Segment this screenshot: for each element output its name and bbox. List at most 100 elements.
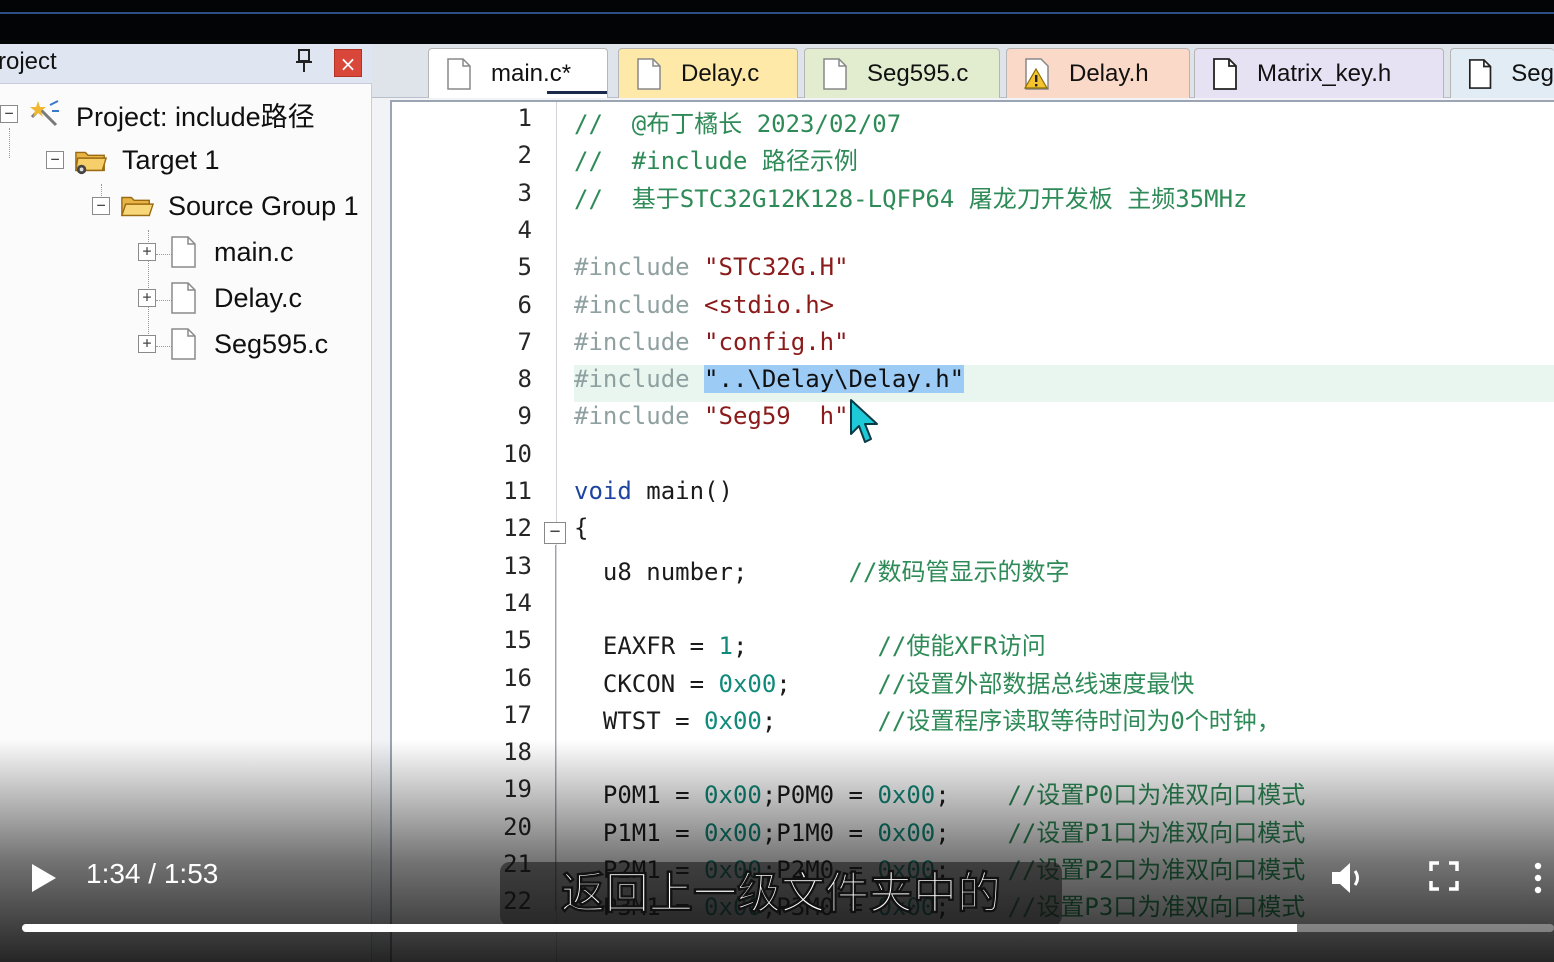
line-number: 20 [503,812,532,841]
line-number: 4 [517,215,532,244]
code-line[interactable]: EAXFR = 1; //使能XFR访问 [574,626,1046,661]
code-line[interactable]: // #include 路径示例 [574,141,858,176]
line-number: 18 [503,738,532,767]
code-line[interactable]: #include <stdio.h> [574,291,834,319]
code-line[interactable]: { [574,514,588,542]
code-line[interactable]: u8 number; //数码管显示的数字 [574,552,1070,587]
project-wand-icon [28,97,62,131]
code-line[interactable]: // @布丁橘长 2023/02/07 [574,104,901,139]
close-panel-button[interactable]: × [334,49,362,77]
code-token: ; [732,632,878,661]
line-number: 11 [503,477,532,505]
code-line[interactable]: P1M1 = 0x00;P1M0 = 0x00; //设置P1口为准双向口模式 [574,813,1305,848]
code-token: ;P1M0 = [761,818,878,847]
fold-guide [555,545,556,912]
code-line[interactable]: CKCON = 0x00; //设置外部数据总线速度最快 [574,664,1194,699]
mouse-cursor-icon [850,399,878,443]
top-strip-line [0,12,1554,14]
volume-icon[interactable] [1328,858,1368,898]
line-number: 1 [517,104,532,132]
code-line[interactable]: #include "config.h" [574,328,849,356]
code-token: #include [574,365,705,394]
play-icon[interactable] [24,860,60,896]
tree-item-file[interactable]: + Delay.c [138,278,302,318]
line-number: 17 [503,700,532,729]
code-token: ;P0M0 = [761,781,878,810]
project-panel-header: roject × [0,44,372,84]
line-number: 13 [503,551,532,580]
code-token: // 基于STC32G12K128-LQFP64 屠龙刀开发板 主频35MHz [574,184,1248,213]
collapse-icon[interactable]: − [92,197,110,215]
tree-item-group[interactable]: − Source Group 1 [92,186,359,226]
tab-matrix-key-h[interactable]: Matrix_key.h [1194,48,1444,98]
time-separator: / [148,858,157,889]
tab-main-c[interactable]: main.c* [428,48,608,98]
line-number: 14 [503,588,532,617]
code-token: #include [574,253,705,282]
code-token: //设置P1口为准双向口模式 [1007,818,1306,847]
code-token: 0x00 [704,706,762,735]
code-line[interactable]: #include "STC32G.H" [574,253,849,281]
line-number: 2 [517,141,532,170]
tab-label: Seg [1511,59,1554,87]
more-vertical-icon[interactable] [1530,860,1546,896]
progress-fill [22,924,1297,932]
fold-collapse-icon[interactable]: − [544,522,566,545]
code-line[interactable]: WTST = 0x00; //设置程序读取等待时间为0个时钟， [574,701,1281,736]
expand-icon[interactable]: + [138,243,156,261]
tree-item-file[interactable]: + main.c [138,232,294,272]
code-token: WTST = [574,706,705,735]
code-area[interactable]: − 1 // @布丁橘长 2023/02/07 2 // #include 路径示例 3… [390,100,1554,962]
line-number: 16 [503,663,532,692]
expand-icon[interactable]: + [138,289,156,307]
code-line[interactable]: #include "Seg59 h" [574,402,849,430]
folder-open-icon [120,189,154,223]
code-line[interactable]: P0M1 = 0x00;P0M0 = 0x00; //设置P0口为准双向口模式 [574,775,1305,810]
code-line[interactable]: // 基于STC32G12K128-LQFP64 屠龙刀开发板 主频35MHz [574,179,1247,214]
file-icon [637,57,661,90]
code-token: //设置外部数据总线速度最快 [877,669,1195,698]
code-token: EAXFR = [574,632,719,661]
project-panel: roject × − Project: include路径 − Target 1… [0,44,372,962]
code-token: ; [935,818,1008,847]
code-token: <stdio.h> [704,290,835,319]
code-token: ; [761,706,878,735]
tab-delay-h[interactable]: Delay.h [1006,48,1190,98]
collapse-icon[interactable]: − [0,105,18,123]
code-token: #include [574,327,705,356]
tab-label: Delay.h [1069,59,1149,87]
code-line[interactable]: void main() [574,477,733,505]
code-token: "config.h" [704,327,849,356]
file-icon [166,235,200,269]
editor-panel: main.c* Delay.c Seg595.c Delay.h Matrix_… [372,44,1554,962]
progress-bar[interactable] [22,924,1554,932]
code-token: 0x00 [877,781,936,810]
warning-file-icon [1023,57,1049,90]
code-token: u8 number; [574,557,849,586]
subtitle-text: 返回上一级文件夹中的 [561,868,1002,920]
target-folder-icon [74,143,108,177]
code-token: { [574,514,589,543]
code-line[interactable]: #include "..\Delay\Delay.h" [574,365,965,394]
file-label: Seg595.c [214,328,329,359]
code-token: //设置P0口为准双向口模式 [1007,781,1306,810]
code-token: void [574,477,632,505]
pin-icon[interactable] [294,48,314,80]
code-token: main() [631,477,733,505]
fullscreen-icon[interactable] [1428,860,1460,892]
active-tab-underline [547,91,607,94]
collapse-icon[interactable]: − [46,151,64,169]
group-label: Source Group 1 [168,190,359,221]
tab-seg595-c[interactable]: Seg595.c [804,48,1000,98]
tree-item-target[interactable]: − Target 1 [46,140,220,180]
line-number: 8 [517,365,532,394]
expand-icon[interactable]: + [138,335,156,353]
code-token: //数码管显示的数字 [848,557,1070,586]
tree-item-project[interactable]: − Project: include路径 [0,94,315,134]
code-token: P0M1 = [574,781,705,810]
tab-label: main.c* [491,59,572,87]
tab-delay-c[interactable]: Delay.c [618,48,798,98]
file-label: Delay.c [214,282,303,313]
tab-seg[interactable]: Seg [1450,48,1554,98]
tree-item-file[interactable]: + Seg595.c [138,324,328,364]
